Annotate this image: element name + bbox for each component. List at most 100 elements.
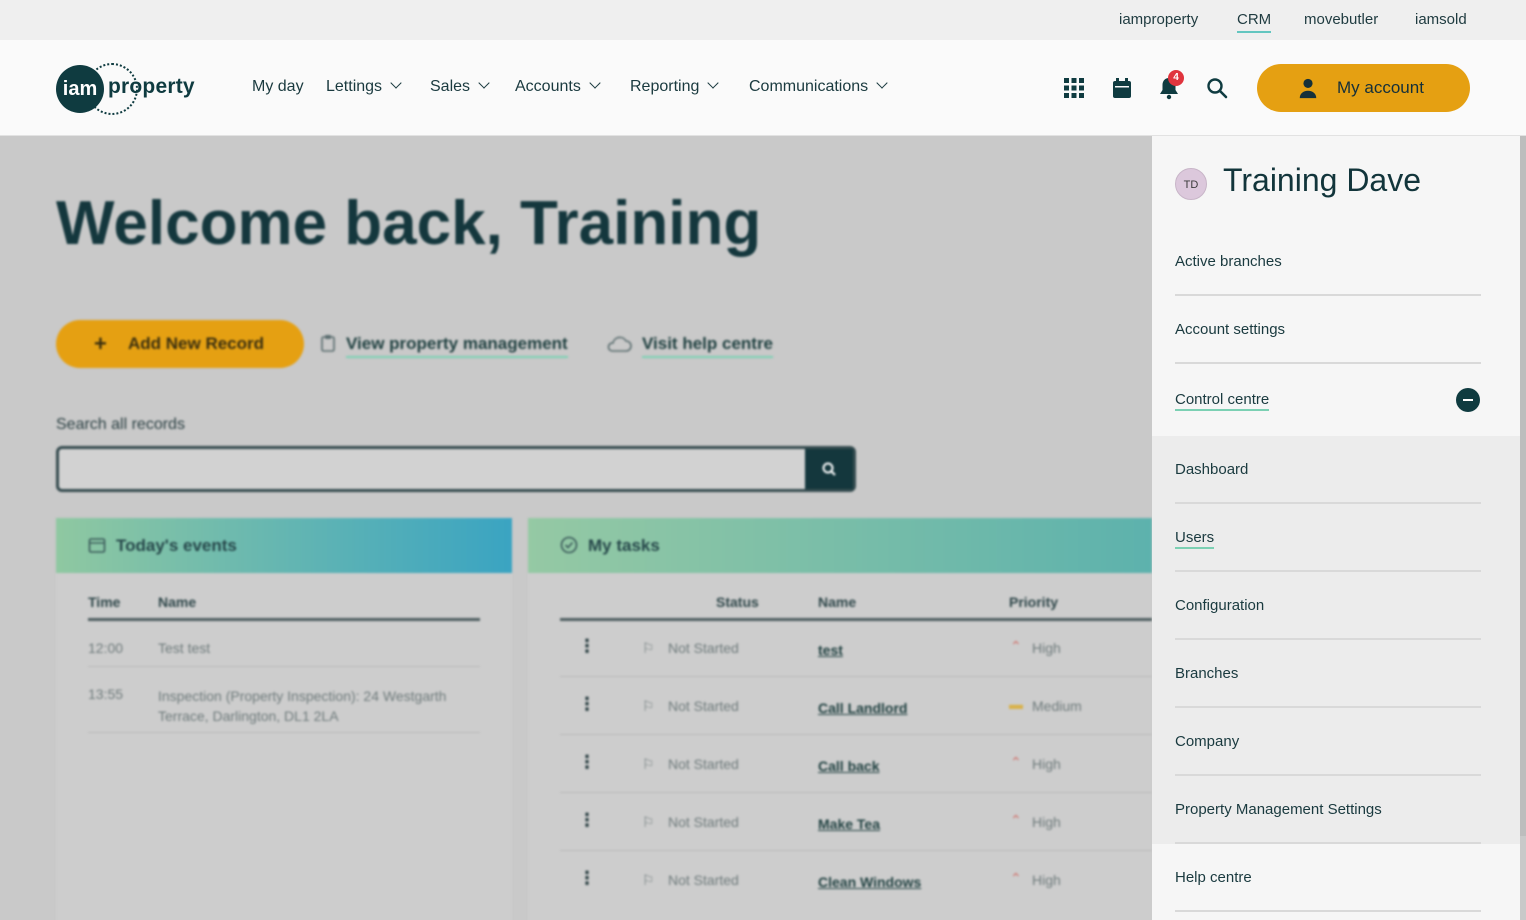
my-tasks-header: My tasks	[528, 518, 1152, 573]
menu-dashboard[interactable]: Dashboard	[1175, 461, 1248, 478]
my-account-button[interactable]: My account	[1257, 64, 1470, 112]
col-status: Status	[716, 594, 759, 610]
dashboard-content: Welcome back, Training + Add New Record …	[0, 136, 1152, 920]
col-name: Name	[158, 594, 197, 610]
chevron-down-icon	[589, 77, 601, 89]
task-name-link[interactable]: Clean Windows	[818, 874, 921, 890]
panel-scrollbar[interactable]	[1520, 136, 1526, 836]
brand-link-iamproperty[interactable]: iamproperty	[1119, 11, 1198, 28]
priority-high-icon: ⌃	[1010, 754, 1022, 770]
task-priority: High	[1032, 640, 1061, 656]
event-name[interactable]: Inspection (Property Inspection): 24 Wes…	[158, 686, 448, 726]
clipboard-icon	[321, 335, 335, 352]
nav-label: Lettings	[326, 78, 383, 95]
avatar: TD	[1175, 168, 1207, 200]
menu-divider	[1175, 638, 1481, 640]
event-name[interactable]: Test test	[158, 640, 210, 656]
menu-divider	[1175, 294, 1481, 296]
header-rule	[560, 618, 1152, 621]
page-title: Welcome back, Training	[56, 189, 762, 258]
cloud-icon	[607, 336, 632, 352]
row-divider	[560, 734, 1152, 735]
nav-my-day[interactable]: My day	[252, 78, 304, 96]
nav-label: Reporting	[630, 78, 700, 95]
flag-icon: ⚐	[642, 756, 655, 772]
brand-link-movebutler[interactable]: movebutler	[1304, 11, 1378, 28]
task-name-link[interactable]: Make Tea	[818, 816, 880, 832]
menu-account-settings[interactable]: Account settings	[1175, 321, 1285, 338]
todays-events-card: Today's events Time Name 12:00 Test test…	[56, 518, 512, 920]
menu-users[interactable]: Users	[1175, 529, 1215, 549]
row-menu-icon[interactable]: ⋮	[578, 694, 596, 715]
row-menu-icon[interactable]: ⋮	[578, 810, 596, 831]
menu-configuration[interactable]: Configuration	[1175, 597, 1264, 614]
col-time: Time	[88, 594, 121, 610]
menu-divider	[1175, 502, 1481, 504]
nav-sales[interactable]: Sales	[430, 77, 490, 96]
nav-label: Communications	[749, 78, 869, 95]
nav-reporting[interactable]: Reporting	[630, 77, 720, 96]
menu-property-management-settings[interactable]: Property Management Settings	[1175, 801, 1382, 818]
row-divider	[88, 666, 480, 667]
priority-medium-icon: ▬	[1009, 696, 1023, 712]
menu-branches[interactable]: Branches	[1175, 665, 1238, 682]
search-icon[interactable]	[1205, 76, 1229, 100]
row-divider	[560, 792, 1152, 793]
task-name-link[interactable]: Call Landlord	[818, 700, 907, 716]
row-menu-icon[interactable]: ⋮	[578, 868, 596, 889]
collapse-minus-icon[interactable]	[1456, 388, 1480, 412]
chevron-down-icon	[876, 77, 888, 89]
task-status: Not Started	[668, 698, 739, 714]
task-priority: High	[1032, 756, 1061, 772]
view-property-management-link[interactable]: View property management	[346, 334, 568, 358]
event-time: 13:55	[88, 686, 124, 702]
row-divider	[560, 676, 1152, 677]
add-new-record-button[interactable]: + Add New Record	[56, 320, 304, 368]
row-menu-icon[interactable]: ⋮	[578, 752, 596, 773]
menu-help-centre[interactable]: Help centre	[1175, 869, 1252, 886]
plus-icon: +	[94, 331, 107, 356]
account-panel: TD Training Dave Active branches Account…	[1152, 136, 1520, 920]
menu-divider	[1175, 570, 1481, 572]
person-icon	[1299, 78, 1317, 99]
my-account-label: My account	[1337, 78, 1424, 97]
logo-word: property	[108, 75, 195, 98]
menu-company[interactable]: Company	[1175, 733, 1239, 750]
task-priority: Medium	[1032, 698, 1082, 714]
visit-help-centre-link[interactable]: Visit help centre	[642, 334, 774, 358]
nav-label: Accounts	[515, 78, 581, 95]
priority-high-icon: ⌃	[1010, 870, 1022, 886]
task-priority: High	[1032, 814, 1061, 830]
row-divider	[560, 850, 1152, 851]
task-name-link[interactable]: test	[818, 642, 843, 658]
flag-icon: ⚐	[642, 698, 655, 714]
nav-accounts[interactable]: Accounts	[515, 77, 601, 96]
task-status: Not Started	[668, 640, 739, 656]
task-status: Not Started	[668, 872, 739, 888]
search-records-input[interactable]	[56, 446, 856, 492]
search-submit-button[interactable]	[805, 449, 853, 489]
notification-count-badge: 4	[1168, 70, 1184, 86]
task-status: Not Started	[668, 814, 739, 830]
calendar-icon[interactable]	[1110, 76, 1134, 100]
brand-link-crm[interactable]: CRM	[1237, 11, 1272, 33]
iamproperty-logo[interactable]: iam property	[56, 63, 206, 115]
apps-grid-icon[interactable]	[1062, 76, 1086, 100]
menu-divider	[1175, 362, 1481, 364]
task-name-link[interactable]: Call back	[818, 758, 879, 774]
brand-link-iamsold[interactable]: iamsold	[1415, 11, 1467, 28]
flag-icon: ⚐	[642, 872, 655, 888]
menu-active-branches[interactable]: Active branches	[1175, 253, 1282, 270]
menu-control-centre[interactable]: Control centre	[1175, 391, 1270, 411]
row-menu-icon[interactable]: ⋮	[578, 636, 596, 657]
menu-divider	[1175, 774, 1481, 776]
col-priority: Priority	[1009, 594, 1059, 610]
add-new-record-label: Add New Record	[128, 334, 265, 353]
nav-lettings[interactable]: Lettings	[326, 77, 402, 96]
nav-communications[interactable]: Communications	[749, 77, 888, 96]
flag-icon: ⚐	[642, 640, 655, 656]
chevron-down-icon	[707, 77, 720, 89]
nav-label: My day	[252, 78, 304, 95]
todays-events-title: Today's events	[116, 536, 237, 555]
header-rule	[88, 618, 480, 621]
